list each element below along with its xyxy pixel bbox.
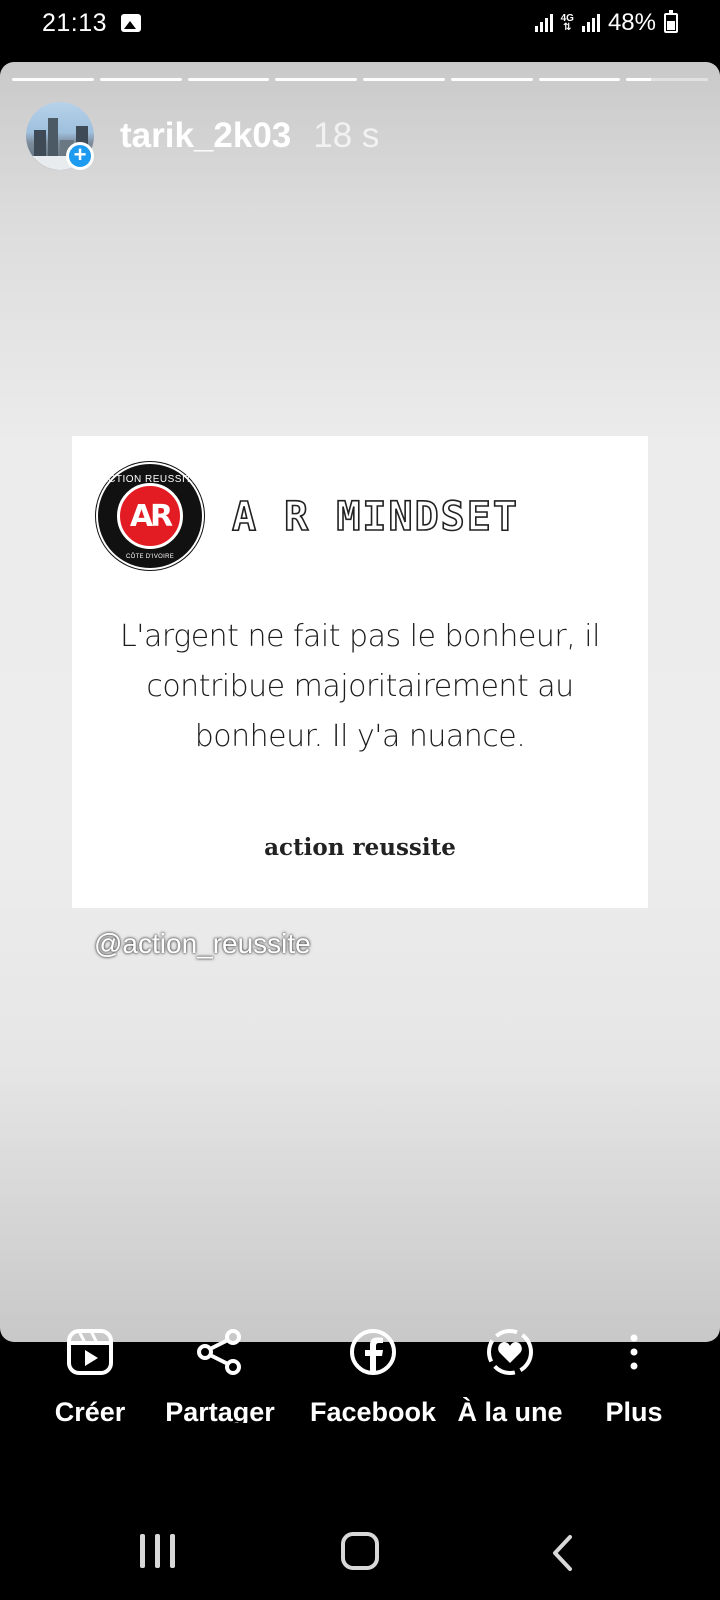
post-quote: L'argent ne fait pas le bonheur, il cont… [120, 619, 600, 754]
progress-segment [626, 78, 708, 81]
progress-segment [187, 78, 270, 81]
progress-segment [450, 78, 533, 81]
facebook-button[interactable]: Facebook [298, 1325, 448, 1423]
home-icon[interactable] [341, 1532, 379, 1570]
4g-icon: 4G ⇅ [560, 13, 574, 33]
story-progress-bar [12, 78, 708, 81]
facebook-label: Facebook [309, 1397, 437, 1423]
signal-icon [534, 14, 553, 32]
share-button[interactable]: Partager [145, 1325, 295, 1423]
progress-segment [363, 78, 445, 81]
share-label: Partager [165, 1397, 275, 1423]
signal-icon [581, 14, 600, 32]
battery-icon [664, 10, 678, 33]
progress-segment [538, 78, 621, 81]
recent-apps-icon[interactable] [140, 1534, 175, 1568]
story-action-bar: Créer Partager Facebook À la une Plus [0, 1325, 720, 1423]
story-viewer[interactable]: tarik_2k03 18 s + ACTION REUSSITE AR CÔT… [0, 62, 720, 1342]
reels-icon [63, 1325, 117, 1379]
add-story-icon[interactable]: + [66, 142, 94, 170]
action-reussite-logo: ACTION REUSSITE AR CÔTE D'IVOIRE [96, 462, 204, 570]
more-button[interactable]: Plus [559, 1325, 709, 1423]
progress-segment [99, 78, 182, 81]
facebook-icon [346, 1325, 400, 1379]
share-icon [193, 1325, 247, 1379]
progress-segment [12, 78, 94, 81]
status-bar: 21:13 4G ⇅ 48% [0, 0, 720, 46]
back-icon[interactable] [550, 1534, 574, 1577]
username[interactable]: tarik_2k03 [120, 116, 291, 156]
create-label: Créer [54, 1397, 126, 1423]
create-button[interactable]: Créer [15, 1325, 165, 1423]
time-ago: 18 s [313, 116, 380, 155]
progress-segment [275, 78, 357, 81]
status-time: 21:13 [42, 8, 108, 37]
more-icon [607, 1325, 661, 1379]
highlight-icon [483, 1325, 537, 1379]
more-label: Plus [605, 1397, 663, 1423]
story-post-image: ACTION REUSSITE AR CÔTE D'IVOIRE A R MIN… [72, 436, 648, 908]
battery-percent: 48% [607, 9, 656, 36]
gallery-icon [121, 14, 142, 32]
post-title: A R MINDSET [231, 493, 519, 541]
mention-sticker[interactable]: @action_reussite [94, 928, 311, 960]
system-nav-bar [0, 1500, 720, 1600]
post-signature: action reussite [264, 834, 456, 861]
